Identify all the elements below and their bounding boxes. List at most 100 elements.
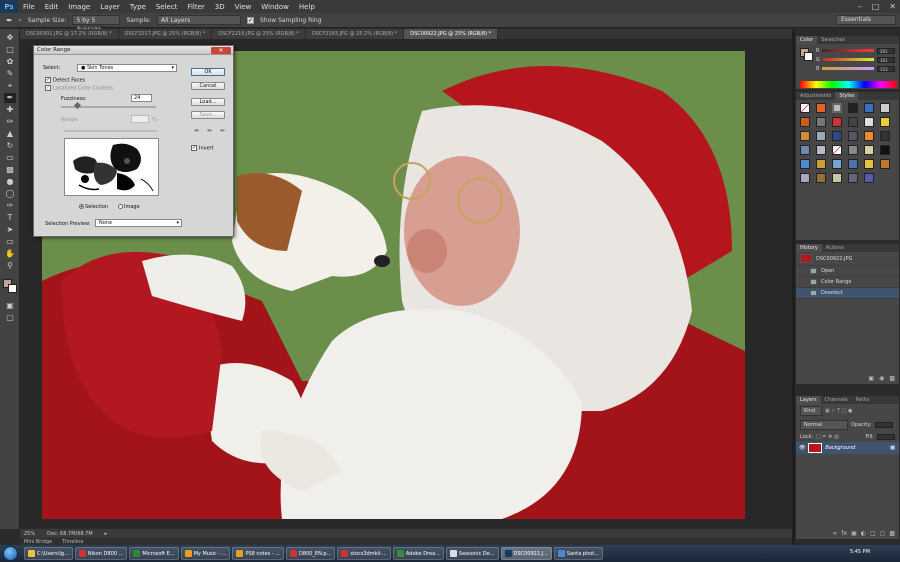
- shape-tool-icon[interactable]: ▭: [4, 237, 16, 247]
- folder-icon[interactable]: □: [870, 530, 876, 537]
- healing-tool-icon[interactable]: ✚: [4, 105, 16, 115]
- cancel-button[interactable]: Cancel: [191, 82, 225, 90]
- taskbar-stocs[interactable]: stocs3dmkii-...: [337, 547, 391, 560]
- dialog-close-button[interactable]: ✕: [211, 47, 231, 54]
- gradient-tool-icon[interactable]: ▩: [4, 165, 16, 175]
- taskbar-explorer[interactable]: C:\Users\lg...: [24, 547, 73, 560]
- fill-input[interactable]: [877, 434, 895, 440]
- taskbar-pdf[interactable]: Nikon D800 ...: [74, 547, 128, 560]
- quick-select-tool-icon[interactable]: ✎: [4, 69, 16, 79]
- layer-filter-select[interactable]: Kind: [800, 406, 822, 416]
- dodge-tool-icon[interactable]: ◯: [4, 189, 16, 199]
- red-slider[interactable]: [822, 49, 874, 52]
- history-item[interactable]: Deselect: [796, 288, 899, 299]
- crop-tool-icon[interactable]: ⌖: [4, 81, 16, 91]
- green-value[interactable]: 161: [877, 56, 895, 63]
- invert-option[interactable]: ✓ Invert: [191, 145, 214, 152]
- style-swatch[interactable]: [832, 103, 842, 113]
- style-swatch[interactable]: [832, 145, 842, 155]
- history-item[interactable]: Color Range: [796, 277, 899, 288]
- menu-image[interactable]: Image: [63, 3, 95, 11]
- close-icon[interactable]: ✕: [889, 2, 896, 11]
- style-swatch[interactable]: [848, 145, 858, 155]
- system-clock[interactable]: 5:45 PM: [850, 549, 870, 555]
- style-swatch[interactable]: [880, 145, 890, 155]
- menu-view[interactable]: View: [230, 3, 257, 11]
- detect-faces-checkbox[interactable]: ✓: [45, 77, 51, 83]
- menu-file[interactable]: File: [18, 3, 40, 11]
- eyedropper-icon[interactable]: ✒: [194, 127, 200, 135]
- style-swatch[interactable]: [848, 159, 858, 169]
- style-swatch[interactable]: [832, 173, 842, 183]
- tab-timeline[interactable]: Timeline: [62, 539, 83, 545]
- tab-color[interactable]: Color: [796, 36, 818, 44]
- invert-checkbox[interactable]: ✓: [191, 145, 197, 151]
- range-input[interactable]: [131, 115, 149, 123]
- menu-filter[interactable]: Filter: [182, 3, 209, 11]
- taskbar-excel[interactable]: Microsoft E...: [129, 547, 179, 560]
- style-swatch[interactable]: [864, 173, 874, 183]
- new-layer-icon[interactable]: ▢: [880, 530, 886, 537]
- eyedropper-plus-icon[interactable]: ✒: [207, 127, 213, 135]
- zoom-tool-icon[interactable]: ⚲: [4, 261, 16, 271]
- sample-select[interactable]: All Layers: [157, 15, 241, 25]
- maximize-icon[interactable]: □: [872, 2, 880, 11]
- menu-window[interactable]: Window: [256, 3, 294, 11]
- style-swatch[interactable]: [816, 131, 826, 141]
- history-snapshot[interactable]: DSC00922.JPG: [796, 252, 899, 266]
- style-swatch[interactable]: [800, 159, 810, 169]
- style-swatch[interactable]: [864, 117, 874, 127]
- tab-doc-2[interactable]: DSCF2217.JPG @ 25% (RGB/8) *: [118, 29, 213, 39]
- selection-preview-dropdown[interactable]: None ▾: [95, 219, 182, 227]
- color-spectrum-bar[interactable]: [800, 81, 897, 88]
- ok-button[interactable]: OK: [191, 68, 225, 76]
- menu-edit[interactable]: Edit: [40, 3, 64, 11]
- style-swatch[interactable]: [880, 103, 890, 113]
- minimize-icon[interactable]: –: [858, 2, 862, 11]
- tab-styles[interactable]: Styles: [835, 92, 859, 100]
- tab-adjustments[interactable]: Adjustments: [796, 92, 835, 100]
- style-swatch[interactable]: [848, 103, 858, 113]
- type-tool-icon[interactable]: T: [4, 213, 16, 223]
- pen-tool-icon[interactable]: ✑: [4, 201, 16, 211]
- style-swatch[interactable]: [800, 117, 810, 127]
- taskbar-dreamweaver[interactable]: Adobe Drea...: [392, 547, 444, 560]
- style-swatch[interactable]: [816, 173, 826, 183]
- opacity-input[interactable]: [874, 422, 893, 428]
- background-swatch[interactable]: [804, 52, 813, 61]
- trash-icon[interactable]: ▩: [889, 530, 895, 537]
- green-slider[interactable]: [822, 58, 874, 61]
- start-button[interactable]: [3, 546, 18, 561]
- style-swatch[interactable]: [848, 131, 858, 141]
- tab-history[interactable]: History: [796, 244, 822, 252]
- style-swatch[interactable]: [880, 131, 890, 141]
- camera-icon[interactable]: ◉: [879, 375, 884, 382]
- select-dropdown[interactable]: ● Skin Tones ▾: [77, 64, 177, 72]
- tab-doc-4[interactable]: DSCF2183.JPG @ 25.2% (RGB/8) *: [305, 29, 405, 39]
- fuzziness-input[interactable]: 24: [131, 94, 152, 102]
- tab-channels[interactable]: Channels: [821, 396, 852, 404]
- taskbar-d800[interactable]: D800_EN.p...: [286, 547, 336, 560]
- style-swatch[interactable]: [816, 103, 826, 113]
- marquee-tool-icon[interactable]: □: [4, 45, 16, 55]
- sample-size-select[interactable]: 5 by 5 Average: [72, 15, 121, 33]
- style-swatch[interactable]: [800, 103, 810, 113]
- tab-mini-bridge[interactable]: Mini Bridge: [24, 539, 52, 545]
- radio-image-option[interactable]: Image: [118, 204, 140, 210]
- style-swatch[interactable]: [880, 159, 890, 169]
- background-color-swatch[interactable]: [8, 284, 17, 293]
- fx-icon[interactable]: fx: [841, 530, 847, 537]
- menu-type[interactable]: Type: [125, 3, 151, 11]
- radio-image[interactable]: [118, 204, 123, 209]
- path-select-tool-icon[interactable]: ➤: [4, 225, 16, 235]
- trash-icon[interactable]: ▩: [889, 375, 895, 382]
- red-value[interactable]: 201: [877, 47, 895, 54]
- radio-selection[interactable]: [79, 204, 84, 209]
- load-button[interactable]: Load...: [191, 98, 225, 106]
- taskbar-music[interactable]: My Music - ...: [180, 547, 231, 560]
- range-slider[interactable]: [64, 130, 157, 132]
- quick-mask-icon[interactable]: ▣: [4, 301, 16, 311]
- workspace-select[interactable]: Essentials: [836, 15, 896, 25]
- eyedropper-tool-icon[interactable]: ✒: [6, 16, 13, 25]
- filter-icons[interactable]: ▣ ✓ T □ ●: [825, 408, 852, 414]
